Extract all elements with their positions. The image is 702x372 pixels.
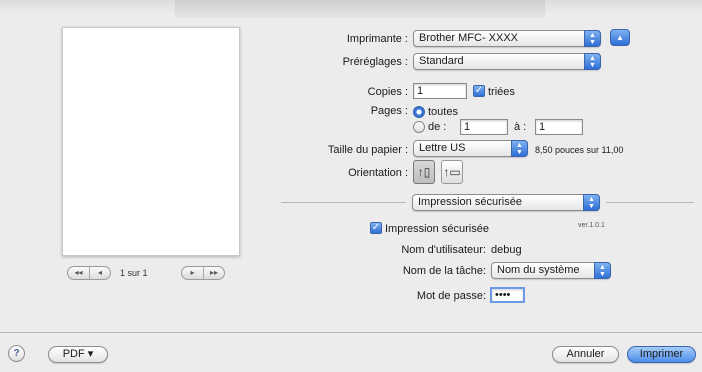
- page-preview: [62, 27, 240, 256]
- collated-label: triées: [488, 86, 515, 98]
- job-name-label: Nom de la tâche:: [402, 265, 486, 277]
- pages-all-radio[interactable]: [413, 106, 425, 118]
- help-button[interactable]: ?: [8, 345, 25, 362]
- print-button[interactable]: Imprimer: [627, 346, 696, 363]
- password-label: Mot de passe:: [416, 290, 486, 302]
- paper-size-value: Lettre US: [419, 142, 466, 154]
- job-name-select[interactable]: Nom du système ▲ ▼: [491, 262, 611, 279]
- print-dialog: ◂◂ ◂ 1 sur 1 ▸ ▸▸ Imprimante : Brother M…: [0, 0, 702, 372]
- job-name-value: Nom du système: [497, 264, 580, 276]
- copies-field[interactable]: 1: [413, 83, 467, 99]
- disclosure-button[interactable]: ▲: [610, 29, 630, 46]
- collated-checkbox[interactable]: ✓: [473, 85, 485, 97]
- paper-size-select[interactable]: Lettre US ▲ ▼: [413, 140, 528, 157]
- paper-size-label: Taille du papier :: [327, 144, 408, 156]
- username-value: debug: [491, 244, 522, 256]
- page-indicator: 1 sur 1: [120, 268, 148, 278]
- secure-print-label: Impression sécurisée: [385, 223, 489, 235]
- pdf-button[interactable]: PDF ▾: [48, 346, 108, 363]
- landscape-icon: ↑▭: [443, 165, 461, 179]
- presets-label: Préréglages :: [342, 56, 408, 68]
- printer-select[interactable]: Brother MFC- XXXX ▲ ▼: [413, 30, 601, 47]
- panel-value: Impression sécurisée: [418, 196, 522, 208]
- disclosure-triangle-icon: ▲: [616, 33, 624, 42]
- secure-print-checkbox[interactable]: ✓: [370, 222, 382, 234]
- separator-right: [606, 202, 694, 203]
- previous-page-button[interactable]: ◂: [89, 267, 110, 279]
- portrait-orientation-button[interactable]: ↑▯: [413, 160, 435, 184]
- last-page-button[interactable]: ▸▸: [203, 267, 224, 279]
- printer-value: Brother MFC- XXXX: [419, 32, 519, 44]
- popup-arrows-icon: ▲ ▼: [584, 30, 601, 47]
- pages-all-label: toutes: [428, 106, 458, 118]
- preview-nav-forward: ▸ ▸▸: [181, 266, 225, 280]
- popup-arrows-icon: ▲ ▼: [583, 194, 600, 211]
- username-label: Nom d'utilisateur:: [401, 244, 486, 256]
- dialog-top-shadow: [175, 0, 545, 18]
- password-field[interactable]: ••••: [490, 287, 525, 303]
- cancel-button[interactable]: Annuler: [552, 346, 619, 363]
- presets-select[interactable]: Standard ▲ ▼: [413, 53, 601, 70]
- version-label: ver.1.0.1: [578, 222, 605, 229]
- popup-arrows-icon: ▲ ▼: [584, 53, 601, 70]
- pages-from-field[interactable]: 1: [460, 119, 508, 135]
- popup-arrows-icon: ▲ ▼: [511, 140, 528, 157]
- pages-label: Pages :: [370, 105, 408, 117]
- printer-label: Imprimante :: [346, 33, 408, 45]
- preview-nav-back: ◂◂ ◂: [67, 266, 111, 280]
- pages-from-label: de :: [428, 121, 447, 133]
- pages-to-label: à :: [514, 121, 527, 133]
- popup-arrows-icon: ▲ ▼: [594, 262, 611, 279]
- copies-label: Copies :: [367, 86, 408, 98]
- next-page-button[interactable]: ▸: [182, 267, 203, 279]
- help-icon: ?: [13, 348, 20, 359]
- footer-separator: [0, 332, 702, 333]
- landscape-orientation-button[interactable]: ↑▭: [441, 160, 463, 184]
- panel-select[interactable]: Impression sécurisée ▲ ▼: [412, 194, 600, 211]
- paper-dimensions: 8,50 pouces sur 11,00: [535, 145, 624, 155]
- first-page-button[interactable]: ◂◂: [68, 267, 89, 279]
- pages-to-field[interactable]: 1: [535, 119, 583, 135]
- portrait-icon: ↑▯: [417, 165, 431, 179]
- presets-value: Standard: [419, 55, 464, 67]
- separator-left: [281, 202, 406, 203]
- orientation-label: Orientation :: [348, 167, 408, 179]
- pages-range-radio[interactable]: [413, 121, 425, 133]
